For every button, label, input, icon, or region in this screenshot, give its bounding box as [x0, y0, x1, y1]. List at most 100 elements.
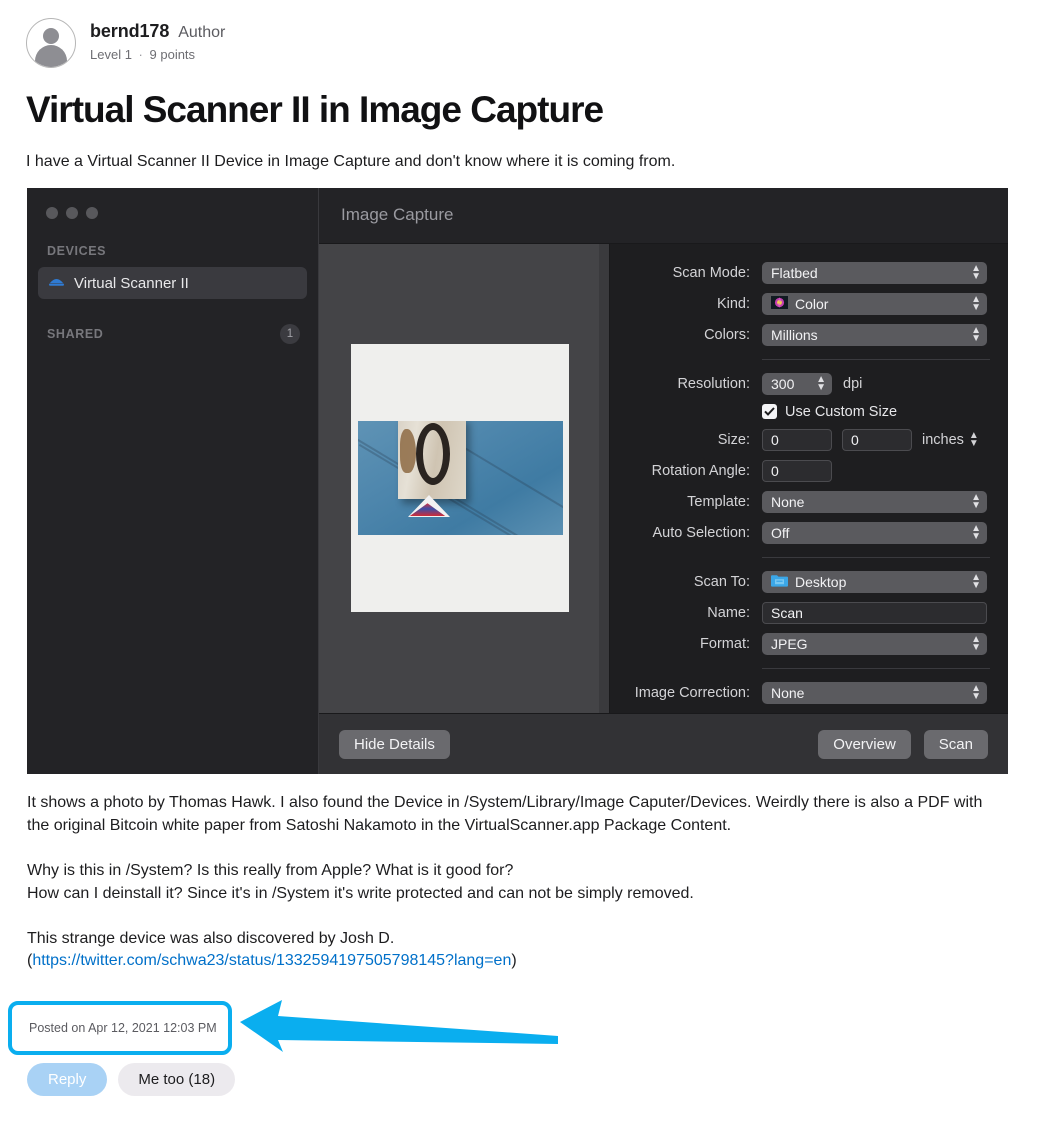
twitter-link[interactable]: https://twitter.com/schwa23/status/13325… — [32, 952, 511, 969]
setting-row-scan-to: Scan To: Desktop ▲ ▼ — [610, 570, 990, 593]
sidebar-item-label: Virtual Scanner II — [74, 274, 189, 292]
window-traffic-lights — [27, 188, 318, 219]
image-correction-select[interactable]: None ▲ ▼ — [762, 681, 987, 704]
sidebar-heading-shared: SHARED 1 — [27, 299, 318, 344]
avatar-head-shape — [43, 28, 59, 44]
zoom-button-icon[interactable] — [86, 207, 98, 219]
kind-label: Kind: — [716, 295, 750, 312]
size-height-input[interactable]: 0 — [842, 428, 912, 451]
scan-to-value: Desktop — [795, 573, 847, 590]
author-line: bernd178 Author — [90, 21, 225, 42]
chevron-updown-icon: ▲ ▼ — [971, 522, 981, 542]
settings-divider-3 — [762, 667, 990, 669]
size-label: Size: — [717, 431, 750, 448]
window-title: Image Capture — [341, 205, 454, 225]
image-capture-main: Image Capture Scan Mode: Flatbed ▲ ▼ Kin… — [319, 188, 1008, 774]
author-block: bernd178 Author Level 1 · 9 points — [90, 18, 225, 62]
resolution-value: 300 — [771, 375, 795, 392]
minimize-button-icon[interactable] — [66, 207, 78, 219]
setting-row-use-custom-size: Use Custom Size — [610, 404, 990, 420]
format-select[interactable]: JPEG ▲ ▼ — [762, 632, 987, 655]
reply-button[interactable]: Reply — [27, 1063, 108, 1096]
sidebar-item-virtual-scanner-ii[interactable]: Virtual Scanner II — [38, 267, 307, 299]
avatar — [26, 18, 76, 68]
template-label: Template: — [687, 493, 750, 510]
timestamp-highlight-box: Posted on Apr 12, 2021 12:03 PM — [8, 1001, 232, 1055]
rotation-angle-label: Rotation Angle: — [651, 462, 750, 479]
size-width-input[interactable]: 0 — [762, 428, 832, 451]
author-role-badge: Author — [178, 24, 226, 41]
author-meta: Level 1 · 9 points — [90, 47, 225, 62]
chevron-updown-icon: ▲ ▼ — [816, 373, 826, 393]
post-body: It shows a photo by Thomas Hawk. I also … — [27, 792, 987, 995]
left-arrow-annotation-icon — [240, 1000, 558, 1052]
setting-row-scan-mode: Scan Mode: Flatbed ▲ ▼ — [610, 261, 990, 284]
setting-row-format: Format: JPEG ▲ ▼ — [610, 632, 990, 655]
image-capture-sidebar: DEVICES Virtual Scanner II SHARED 1 — [27, 188, 319, 774]
photo-wooden-board — [397, 421, 466, 500]
setting-row-resolution: Resolution: 300 ▲ ▼ dpi — [610, 372, 990, 395]
scan-button[interactable]: Scan — [923, 729, 988, 759]
use-custom-size-checkbox[interactable] — [762, 404, 777, 420]
preview-scrollbar[interactable] — [599, 243, 609, 713]
post-header: bernd178 Author Level 1 · 9 points — [0, 0, 1056, 68]
rotation-angle-input[interactable]: 0 — [762, 459, 832, 482]
scan-to-label: Scan To: — [693, 573, 750, 590]
scan-mode-select[interactable]: Flatbed ▲ ▼ — [762, 261, 987, 284]
overview-button[interactable]: Overview — [818, 729, 911, 759]
post-paragraph-3-link-line: (https://twitter.com/schwa23/status/1332… — [27, 950, 987, 973]
scan-mode-value: Flatbed — [771, 264, 818, 281]
avatar-body-shape — [35, 45, 67, 67]
settings-divider-1 — [762, 358, 990, 360]
chevron-updown-icon: ▲ ▼ — [971, 491, 981, 511]
shared-count-badge: 1 — [280, 324, 300, 344]
resolution-unit-label: dpi — [843, 375, 863, 392]
sidebar-heading-devices: DEVICES — [47, 244, 107, 258]
format-value: JPEG — [771, 635, 808, 652]
resolution-stepper[interactable]: 300 ▲ ▼ — [762, 372, 832, 395]
setting-row-auto-selection: Auto Selection: Off ▲ ▼ — [610, 521, 990, 544]
scan-preview-pane[interactable] — [319, 243, 610, 713]
scan-settings-pane: Scan Mode: Flatbed ▲ ▼ Kind: Color ▲ ▼ C… — [610, 243, 1008, 713]
scan-to-select[interactable]: Desktop ▲ ▼ — [762, 570, 987, 593]
meta-separator: · — [138, 47, 143, 62]
folder-icon — [771, 574, 788, 590]
author-points: 9 points — [149, 47, 196, 62]
chevron-updown-icon: ▲ ▼ — [968, 429, 979, 449]
me-too-button[interactable]: Me too (18) — [118, 1063, 236, 1096]
post-paragraph-3-line-1: This strange device was also discovered … — [27, 929, 395, 947]
page-title: Virtual Scanner II in Image Capture — [26, 89, 604, 130]
settings-divider-2 — [762, 556, 990, 558]
toolbar-right-group: Overview Scan — [818, 729, 988, 759]
kind-select[interactable]: Color ▲ ▼ — [762, 292, 987, 315]
image-correction-value: None — [771, 684, 805, 701]
scanner-icon — [48, 274, 65, 292]
use-custom-size-label: Use Custom Size — [785, 403, 898, 420]
template-value: None — [771, 493, 805, 510]
setting-row-colors: Colors: Millions ▲ ▼ — [610, 323, 990, 346]
size-units-select[interactable]: inches ▲ ▼ — [922, 429, 979, 449]
chevron-updown-icon: ▲ ▼ — [971, 293, 981, 313]
post-action-buttons: Reply Me too (18) — [27, 1063, 236, 1096]
template-select[interactable]: None ▲ ▼ — [762, 490, 987, 513]
name-input[interactable]: Scan — [762, 601, 987, 624]
image-capture-body: Scan Mode: Flatbed ▲ ▼ Kind: Color ▲ ▼ C… — [319, 243, 1008, 713]
hide-details-button[interactable]: Hide Details — [339, 729, 450, 759]
image-capture-toolbar: Hide Details Overview Scan — [319, 713, 1008, 774]
close-button-icon[interactable] — [46, 207, 58, 219]
auto-selection-select[interactable]: Off ▲ ▼ — [762, 521, 987, 544]
close-paren: ) — [511, 952, 517, 970]
embedded-screenshot-image-capture: DEVICES Virtual Scanner II SHARED 1 Imag… — [27, 188, 1008, 774]
window-titlebar: Image Capture — [319, 188, 1008, 244]
setting-row-name: Name: Scan — [610, 601, 990, 624]
colors-label: Colors: — [704, 326, 750, 343]
size-units-value: inches — [922, 431, 964, 448]
post-paragraph-2-line-1: Why is this in /System? Is this really f… — [27, 861, 514, 879]
author-name[interactable]: bernd178 — [90, 21, 169, 42]
auto-selection-label: Auto Selection: — [652, 524, 750, 541]
chevron-updown-icon: ▲ ▼ — [971, 571, 981, 591]
colors-select[interactable]: Millions ▲ ▼ — [762, 323, 987, 346]
post-paragraph-1: It shows a photo by Thomas Hawk. I also … — [27, 794, 983, 834]
post-paragraph-2-line-2: How can I deinstall it? Since it's in /S… — [27, 884, 694, 902]
setting-row-rotation-angle: Rotation Angle: 0 — [610, 459, 990, 482]
